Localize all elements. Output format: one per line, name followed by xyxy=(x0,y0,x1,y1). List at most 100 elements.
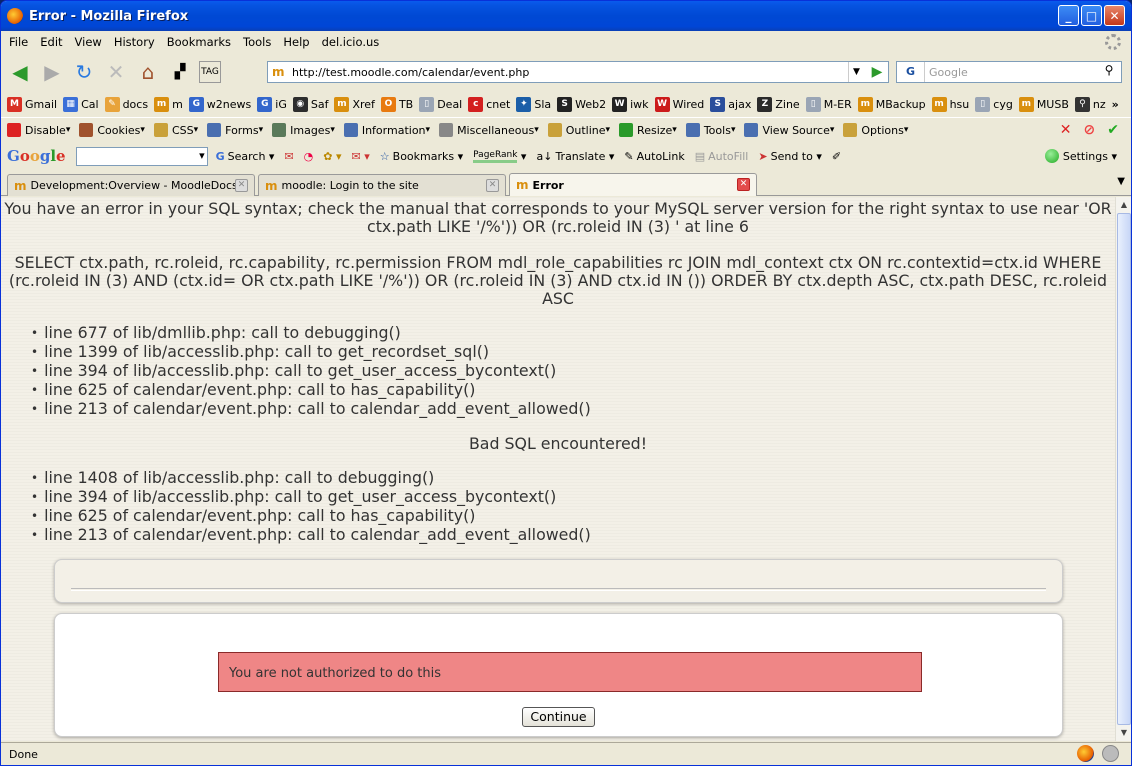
search-placeholder: Google xyxy=(929,65,968,79)
bookmark-ig[interactable]: GiG xyxy=(257,96,287,112)
devtool-options[interactable]: Options ▾ xyxy=(843,123,908,137)
devtool-disable[interactable]: Disable ▾ xyxy=(7,123,70,137)
menu-bookmarks[interactable]: Bookmarks xyxy=(167,35,231,49)
stop-button[interactable]: ✕ xyxy=(103,59,129,85)
home-button[interactable]: ⌂ xyxy=(135,59,161,85)
search-engine-icon[interactable]: G xyxy=(897,62,925,82)
scroll-up-arrow-icon[interactable]: ▲ xyxy=(1116,197,1131,213)
moodle-favicon-icon: m xyxy=(14,178,27,193)
bookmark-w2news[interactable]: Gw2news xyxy=(188,96,251,112)
bookmark-web2[interactable]: S Web2 xyxy=(557,96,606,112)
bookmark-deal[interactable]: ▯ Deal xyxy=(419,96,462,112)
scroll-down-arrow-icon[interactable]: ▼ xyxy=(1116,725,1131,741)
back-button[interactable]: ◀ xyxy=(7,59,33,85)
gmail-icon[interactable]: ✉ ▾ xyxy=(352,150,370,163)
pagerank-indicator[interactable]: PageRank ▾ xyxy=(473,150,526,163)
bookmark-xref[interactable]: m Xref xyxy=(334,96,375,112)
highlighter-icon[interactable]: ✐ xyxy=(832,150,841,163)
scroll-thumb[interactable] xyxy=(1117,213,1131,725)
bookmark-m[interactable]: mm xyxy=(154,96,183,112)
url-history-dropdown[interactable]: ▼ xyxy=(848,62,864,82)
menu-view[interactable]: View xyxy=(75,35,102,49)
translate-icon: a↓ xyxy=(536,149,553,163)
minimize-button[interactable]: _ xyxy=(1058,5,1079,26)
continue-button[interactable]: Continue xyxy=(522,707,595,727)
tab-error[interactable]: m Error ✕ xyxy=(509,173,757,196)
bookmark-ajax[interactable]: Sajax xyxy=(710,96,751,112)
tab-list-dropdown[interactable]: ▼ xyxy=(1117,176,1125,187)
picasa-icon[interactable]: ◔ xyxy=(304,150,314,163)
bookmark-cal[interactable]: ▦ Cal xyxy=(63,96,99,112)
menu-help[interactable]: Help xyxy=(283,35,309,49)
bookmark-zine[interactable]: Z Zine xyxy=(757,96,800,112)
devtool-tools[interactable]: Tools ▾ xyxy=(685,123,735,137)
error-x-icon[interactable]: ✕ xyxy=(1060,122,1072,138)
close-tab-icon[interactable]: ✕ xyxy=(486,179,499,192)
devtool-icon xyxy=(7,123,21,137)
google-search-input[interactable] xyxy=(75,146,208,166)
bookmark-nz[interactable]: ⚲ nz xyxy=(1074,96,1106,112)
bookmark-hsu[interactable]: m hsu xyxy=(931,96,969,112)
devtool-forms[interactable]: Forms ▾ xyxy=(207,123,263,137)
tab-moodledocs[interactable]: m Development:Overview - MoodleDocs ✕ xyxy=(7,174,255,196)
close-tab-icon[interactable]: ✕ xyxy=(737,178,750,191)
google-bookmarks-button[interactable]: ☆ Bookmarks ▾ xyxy=(380,150,463,163)
menu-edit[interactable]: Edit xyxy=(40,35,62,49)
bookmark-sla[interactable]: ✦ Sla xyxy=(516,96,551,112)
devtool-images[interactable]: Images ▾ xyxy=(272,123,335,137)
close-tab-icon[interactable]: ✕ xyxy=(235,179,248,192)
maximize-button[interactable]: □ xyxy=(1081,5,1102,26)
tab-moodle-login[interactable]: m moodle: Login to the site ✕ xyxy=(258,174,506,196)
send-to-button[interactable]: ➤ Send to ▾ xyxy=(758,150,822,163)
search-icon[interactable]: ⚲ xyxy=(1099,63,1119,81)
bookmark-tb[interactable]: O TB xyxy=(380,96,413,112)
devtool-cookies[interactable]: Cookies ▾ xyxy=(79,123,145,137)
bookmark-mbackup[interactable]: m MBackup xyxy=(857,96,926,112)
devtool-information[interactable]: Information ▾ xyxy=(343,123,430,137)
bookmark-cnet[interactable]: c cnet xyxy=(468,96,510,112)
bookmark-mer[interactable]: ▯ M-ER xyxy=(805,96,852,112)
bookmarks-overflow-button[interactable]: » xyxy=(1112,98,1119,111)
bookmark-musb[interactable]: m MUSB xyxy=(1018,96,1069,112)
bookmark-saf[interactable]: ◉ Saf xyxy=(292,96,328,112)
translate-button[interactable]: a↓ Translate ▾ xyxy=(536,150,614,163)
bookmark-docs[interactable]: ✎ docs xyxy=(104,96,148,112)
devtool-miscellaneous[interactable]: Miscellaneous ▾ xyxy=(439,123,539,137)
google-search-button[interactable]: G Search ▾ xyxy=(216,150,275,163)
url-bar[interactable]: m http://test.moodle.com/calendar/event.… xyxy=(267,61,889,83)
autofill-button[interactable]: ▤ AutoFill xyxy=(695,150,749,163)
delicious-icon[interactable]: ▞ xyxy=(167,59,193,85)
autolink-button[interactable]: ✎ AutoLink xyxy=(624,150,684,163)
bookmark-iwk[interactable]: Wiwk xyxy=(612,96,649,112)
stack-trace-line: line 1399 of lib/accesslib.php: call to … xyxy=(31,343,1115,362)
warning-icon[interactable]: ⊘ xyxy=(1084,122,1096,138)
dropdown-arrow-icon: ▾ xyxy=(258,125,264,135)
reload-button[interactable]: ↻ xyxy=(71,59,97,85)
devtool-outline[interactable]: Outline ▾ xyxy=(547,123,610,137)
close-window-button[interactable]: ✕ xyxy=(1104,5,1125,26)
devtool-css[interactable]: CSS ▾ xyxy=(153,123,198,137)
menu-tools[interactable]: Tools xyxy=(243,35,271,49)
bookmark-favicon-icon: m xyxy=(931,96,947,112)
bookmark-cyg[interactable]: ▯ cyg xyxy=(975,96,1013,112)
vertical-scrollbar[interactable]: ▲ ▼ xyxy=(1115,197,1131,741)
firefox-status-icon[interactable] xyxy=(1077,745,1094,762)
go-button[interactable]: ▶ xyxy=(868,62,886,82)
news-icon[interactable]: ✉ xyxy=(284,150,293,163)
google-settings-button[interactable]: Settings ▾ xyxy=(1044,149,1117,163)
disabled-addon-icon[interactable] xyxy=(1102,745,1119,762)
menu-delicious[interactable]: del.icio.us xyxy=(322,35,380,49)
popup-blocker-icon[interactable]: ✿ ▾ xyxy=(323,150,341,163)
bookmark-wired[interactable]: W Wired xyxy=(654,96,704,112)
bookmark-favicon-icon: ✎ xyxy=(104,96,120,112)
forward-button[interactable]: ▶ xyxy=(39,59,65,85)
check-icon[interactable]: ✔ xyxy=(1107,122,1119,138)
tag-button[interactable]: TAG xyxy=(199,61,221,83)
bookmark-gmail[interactable]: M Gmail xyxy=(7,96,57,112)
devtool-view-source[interactable]: View Source ▾ xyxy=(744,123,834,137)
stack-trace-line: line 1408 of lib/accesslib.php: call to … xyxy=(31,469,1115,488)
menu-file[interactable]: File xyxy=(9,35,28,49)
menu-history[interactable]: History xyxy=(114,35,155,49)
devtool-resize[interactable]: Resize ▾ xyxy=(619,123,677,137)
search-box[interactable]: G Google ⚲ xyxy=(896,61,1122,83)
